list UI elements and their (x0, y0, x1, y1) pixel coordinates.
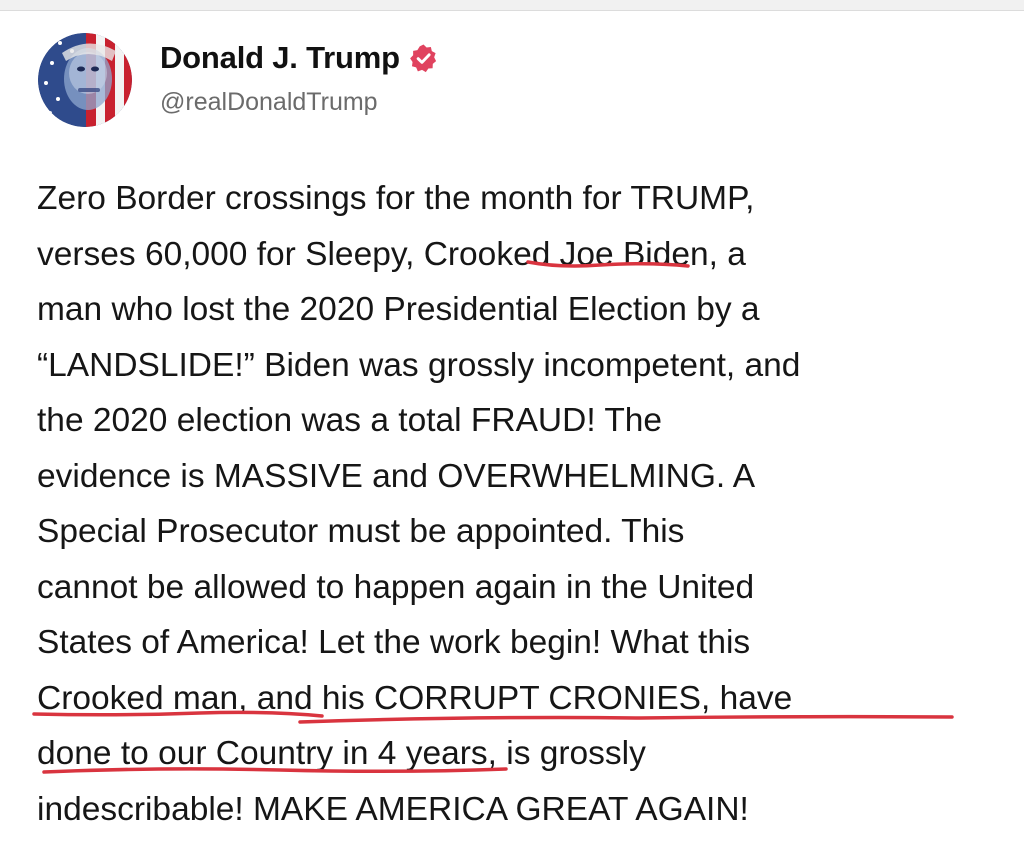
post-header: Donald J. Trump @realDonaldTrump (160, 38, 439, 117)
post-text: Zero Border crossings for the month for … (37, 171, 1012, 837)
post-line: Zero Border crossings for the month for … (37, 180, 755, 217)
verified-badge-icon (408, 43, 439, 74)
post-line: the 2020 election was a total FRAUD! The (37, 402, 663, 439)
post-line: verses 60,000 for Sleepy, Crooked Joe Bi… (37, 235, 746, 273)
post-line: evidence is MASSIVE and OVERWHELMING. A (37, 457, 756, 495)
post-card: Donald J. Trump @realDonaldTrump Zero Bo… (0, 11, 1024, 846)
post-line: man who lost the 2020 Presidential Elect… (37, 291, 760, 328)
top-divider (0, 0, 1024, 11)
author-display-name[interactable]: Donald J. Trump (160, 40, 400, 76)
author-handle[interactable]: @realDonaldTrump (160, 88, 439, 117)
post-line: States of America! Let the work begin! W… (37, 624, 751, 661)
post-line: Special Prosecutor must be appointed. Th… (37, 513, 685, 550)
profile-avatar[interactable] (38, 33, 132, 127)
post-line: cannot be allowed to happen again in the… (37, 568, 755, 606)
name-row: Donald J. Trump (160, 38, 439, 78)
post-line: indescribable! MAKE AMERICA GREAT AGAIN! (37, 790, 749, 828)
post-line: Crooked man, and his CORRUPT CRONIES, ha… (37, 679, 793, 717)
post-line: “LANDSLIDE!” Biden was grossly incompete… (37, 346, 801, 384)
flag-portrait-avatar-icon (38, 33, 132, 127)
post-line: done to our Country in 4 years, is gross… (37, 735, 646, 772)
